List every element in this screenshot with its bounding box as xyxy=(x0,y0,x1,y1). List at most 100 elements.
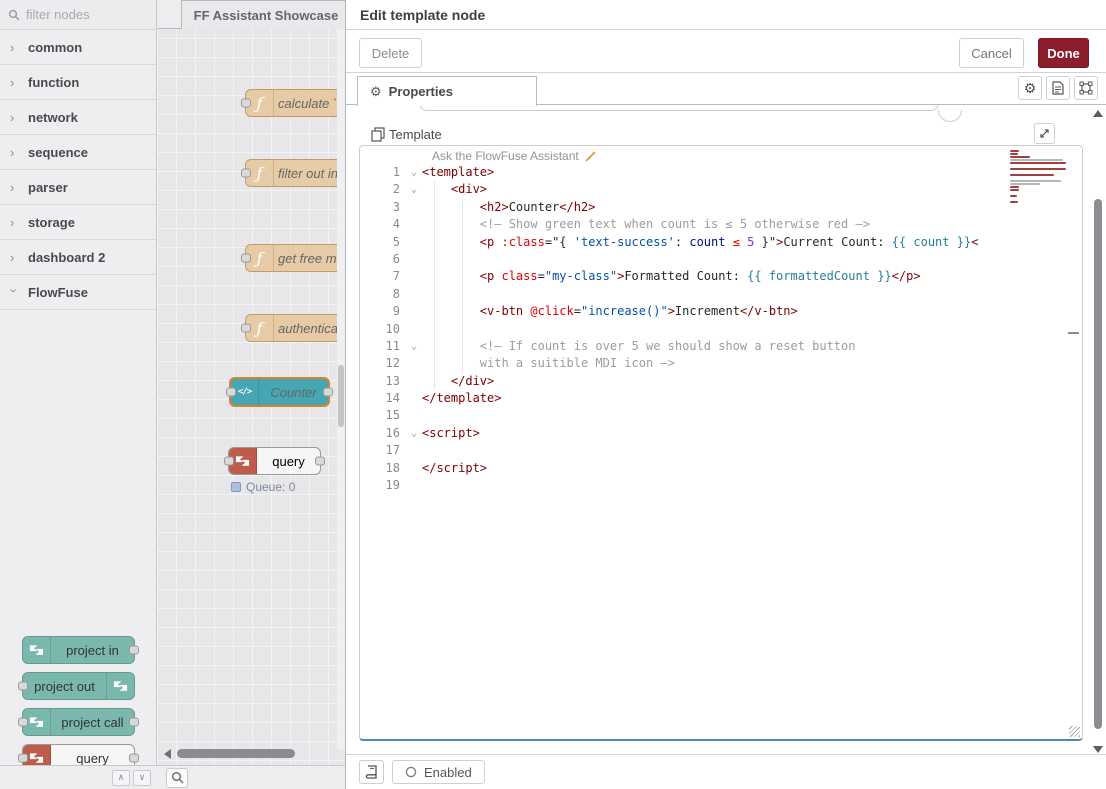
code-line-11[interactable]: 11⌄ <!— If count is over 5 we should sho… xyxy=(360,338,1082,355)
line-number: 12 xyxy=(360,355,406,372)
fold-gutter xyxy=(406,286,422,303)
input-port[interactable] xyxy=(18,754,28,763)
flow-node-counter[interactable]: </>Counter xyxy=(229,377,330,407)
output-port[interactable] xyxy=(129,754,139,763)
scrollbar-thumb[interactable] xyxy=(1094,199,1102,729)
editor-resize-handle[interactable] xyxy=(1069,726,1080,737)
palette-category-sequence[interactable]: ›sequence xyxy=(0,135,156,170)
input-port[interactable] xyxy=(18,718,28,727)
workspace-tabbar: FF Assistant Showcase xyxy=(157,0,345,29)
fold-chevron-icon[interactable]: ⌄ xyxy=(406,181,422,198)
code-line-9[interactable]: 9 <v-btn @click="increase()">Increment</… xyxy=(360,303,1082,320)
library-button[interactable] xyxy=(359,760,384,784)
code-line-14[interactable]: 14</template> xyxy=(360,390,1082,407)
palette-node-project-in[interactable]: project in xyxy=(22,636,135,664)
code-line-1[interactable]: 1⌄<template> xyxy=(360,164,1082,181)
code-line-12[interactable]: 12 with a suitible MDI icon —> xyxy=(360,355,1082,372)
code-line-18[interactable]: 18</script> xyxy=(360,460,1082,477)
input-port[interactable] xyxy=(241,169,251,178)
palette-category-dashboard-2[interactable]: ›dashboard 2 xyxy=(0,240,156,275)
palette-node-project-out[interactable]: project out xyxy=(22,672,135,700)
palette-category-function[interactable]: ›function xyxy=(0,65,156,100)
fold-gutter xyxy=(406,477,422,494)
editor-minimap[interactable] xyxy=(1010,150,1068,207)
flow-node-get-free-memo[interactable]: ƒget free memo xyxy=(245,244,345,272)
flowfuse-icon xyxy=(29,716,44,728)
tab-ff-assistant-showcase[interactable]: FF Assistant Showcase xyxy=(181,0,345,29)
node-appearance-button[interactable] xyxy=(1074,76,1098,100)
output-port[interactable] xyxy=(129,646,139,655)
code-text: <!— If count is over 5 we should show a … xyxy=(422,338,855,355)
code-text: <h2>Counter</h2> xyxy=(422,199,595,216)
code-line-2[interactable]: 2⌄ <div> xyxy=(360,181,1082,198)
node-red-editor: ›common›function›network›sequence›parser… xyxy=(0,0,1106,789)
code-line-16[interactable]: 16⌄<script> xyxy=(360,425,1082,442)
tab-properties[interactable]: ⚙ Properties xyxy=(357,76,537,106)
code-line-15[interactable]: 15 xyxy=(360,407,1082,424)
scroll-left-arrow-icon[interactable] xyxy=(164,749,171,759)
category-label: common xyxy=(28,40,82,55)
input-port[interactable] xyxy=(241,324,251,333)
minimap-line xyxy=(1010,159,1063,161)
flow-node-authenticateu[interactable]: ƒauthenticateU xyxy=(245,314,345,342)
workspace-horizontal-scrollbar[interactable] xyxy=(157,749,345,759)
code-line-13[interactable]: 13 </div> xyxy=(360,373,1082,390)
workspace-vertical-scrollbar[interactable] xyxy=(337,29,345,749)
template-label: Template xyxy=(389,127,442,142)
palette-node-project-call[interactable]: project call xyxy=(22,708,135,736)
node-properties-button[interactable]: ⚙ xyxy=(1018,76,1042,100)
template-code-editor[interactable]: Ask the FlowFuse Assistant 1⌄<template>2… xyxy=(359,145,1083,741)
output-port[interactable] xyxy=(315,457,325,466)
code-line-7[interactable]: 7 <p class="my-class">Formatted Count: {… xyxy=(360,268,1082,285)
enabled-label: Enabled xyxy=(424,765,472,780)
palette-category-network[interactable]: ›network xyxy=(0,100,156,135)
zoom-button[interactable] xyxy=(166,768,188,788)
code-line-3[interactable]: 3 <h2>Counter</h2> xyxy=(360,199,1082,216)
flow-workspace[interactable]: FF Assistant Showcase ƒcalculate `pay ƒfi… xyxy=(157,0,345,765)
code-line-6[interactable]: 6 xyxy=(360,251,1082,268)
node-enabled-toggle[interactable]: Enabled xyxy=(392,760,485,784)
scrollbar-thumb[interactable] xyxy=(177,749,295,758)
cancel-button[interactable]: Cancel xyxy=(959,38,1024,68)
fold-chevron-icon[interactable]: ⌄ xyxy=(406,164,422,181)
line-number: 15 xyxy=(360,407,406,424)
fold-gutter xyxy=(406,234,422,251)
line-number: 4 xyxy=(360,216,406,233)
fold-chevron-icon[interactable]: ⌄ xyxy=(406,338,422,355)
code-line-17[interactable]: 17 xyxy=(360,442,1082,459)
done-button[interactable]: Done xyxy=(1038,38,1089,68)
filter-nodes-input[interactable] xyxy=(26,7,136,22)
input-port[interactable] xyxy=(224,457,234,466)
palette-category-common[interactable]: ›common xyxy=(0,30,156,65)
delete-button[interactable]: Delete xyxy=(359,38,422,68)
code-line-8[interactable]: 8 xyxy=(360,286,1082,303)
palette-category-storage[interactable]: ›storage xyxy=(0,205,156,240)
expand-editor-button[interactable] xyxy=(1034,123,1055,144)
palette-category-parser[interactable]: ›parser xyxy=(0,170,156,205)
input-port[interactable] xyxy=(241,254,251,263)
input-port[interactable] xyxy=(226,388,236,397)
input-port[interactable] xyxy=(241,99,251,108)
code-line-10[interactable]: 10 xyxy=(360,321,1082,338)
code-line-5[interactable]: 5 <p :class="{ 'text-success': count ≤ 5… xyxy=(360,234,1082,251)
flow-node-query[interactable]: query xyxy=(228,447,321,475)
scroll-down-arrow-icon[interactable] xyxy=(1093,746,1103,753)
assistant-prompt[interactable]: Ask the FlowFuse Assistant xyxy=(432,149,597,163)
palette: ›common›function›network›sequence›parser… xyxy=(0,0,157,765)
fold-gutter xyxy=(406,442,422,459)
fold-chevron-icon[interactable]: ⌄ xyxy=(406,425,422,442)
scroll-up-arrow-icon[interactable] xyxy=(1093,110,1103,117)
flow-node-calculate-pay[interactable]: ƒcalculate `pay xyxy=(245,89,345,117)
palette-expand-button[interactable]: ∨ xyxy=(133,770,151,786)
node-description-button[interactable] xyxy=(1046,76,1070,100)
palette-category-flowfuse[interactable]: ›FlowFuse xyxy=(0,275,156,310)
scrollbar-thumb[interactable] xyxy=(338,365,344,427)
output-port[interactable] xyxy=(323,388,333,397)
input-port[interactable] xyxy=(18,682,28,691)
code-line-19[interactable]: 19 xyxy=(360,477,1082,494)
flow-node-filter-out-inacti[interactable]: ƒfilter out inacti xyxy=(245,159,345,187)
output-port[interactable] xyxy=(129,718,139,727)
code-line-4[interactable]: 4 <!— Show green text when count is ≤ 5 … xyxy=(360,216,1082,233)
palette-collapse-button[interactable]: ∧ xyxy=(112,770,130,786)
dialog-scrollbar[interactable] xyxy=(1092,107,1105,757)
